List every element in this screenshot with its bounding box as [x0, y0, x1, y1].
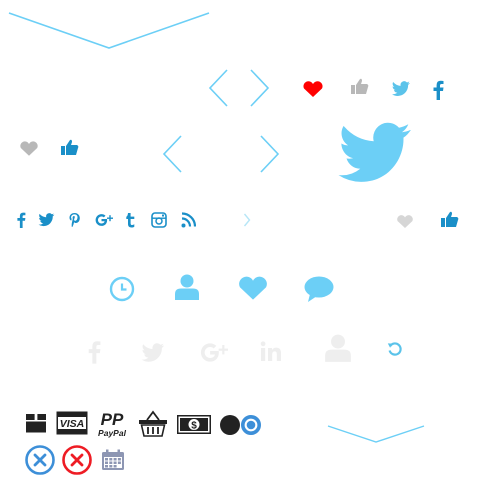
large-chevron-down-icon[interactable]	[8, 10, 210, 52]
twitter-large-icon	[336, 122, 414, 186]
clock-icon	[109, 276, 135, 302]
thumbs-up-active-icon[interactable]	[60, 139, 80, 157]
thumbs-up-icon[interactable]	[350, 78, 370, 96]
comment-icon-graphic	[304, 276, 334, 302]
refresh-icon[interactable]	[387, 341, 403, 357]
cash-icon: $	[177, 415, 211, 434]
chevron-left-icon[interactable]	[161, 134, 185, 174]
twitter-faint-icon-graphic	[141, 343, 165, 362]
heart-icon-graphic	[20, 141, 38, 156]
twitter-icon-graphic	[391, 81, 410, 96]
thumbs-up-active-icon-graphic	[61, 139, 79, 155]
visa-icon-graphic: VISA	[56, 411, 88, 435]
comment-icon	[303, 275, 335, 303]
thumbs-up-active-icon-graphic	[441, 211, 459, 227]
heart-active-icon[interactable]	[302, 80, 324, 98]
shopping-basket-icon-graphic	[139, 410, 167, 437]
package-icon-graphic	[26, 414, 46, 433]
heart-icon-graphic	[239, 276, 267, 300]
twitter-icon-graphic	[38, 213, 55, 227]
radio-checked-icon-graphic	[241, 415, 261, 435]
chevron-down-icon[interactable]	[327, 423, 425, 445]
chevron-right-small-icon-graphic	[243, 213, 251, 227]
cancel-blue-icon-graphic	[25, 445, 55, 475]
paypal-mark: PP	[101, 410, 124, 429]
clock-icon-graphic	[109, 276, 135, 302]
twitter-large-icon-graphic	[338, 122, 411, 182]
heart-icon-graphic	[397, 215, 413, 229]
google-plus-faint-icon-graphic	[200, 343, 228, 362]
user-faint-icon	[324, 333, 352, 363]
instagram-icon-graphic	[151, 212, 167, 228]
paypal-wordmark: PayPal	[98, 428, 127, 438]
heart-active-icon-graphic	[303, 81, 323, 97]
pinterest-icon-graphic	[69, 213, 80, 227]
heart-icon[interactable]	[19, 140, 39, 157]
facebook-icon[interactable]	[16, 212, 26, 228]
instagram-icon[interactable]	[151, 212, 167, 228]
radio-unchecked-icon[interactable]	[219, 414, 241, 436]
twitter-icon[interactable]	[391, 81, 411, 97]
cash-icon-graphic: $	[177, 415, 211, 434]
cancel-blue-icon[interactable]	[24, 444, 56, 476]
paypal-icon-graphic: PP PayPal	[98, 410, 127, 438]
cancel-red-icon[interactable]	[61, 444, 93, 476]
user-icon	[174, 273, 200, 301]
rss-icon[interactable]	[181, 212, 196, 228]
user-icon-graphic	[175, 274, 199, 300]
twitter-icon[interactable]	[38, 213, 55, 227]
facebook-faint-icon[interactable]	[87, 340, 101, 364]
shopping-basket-icon	[138, 409, 168, 437]
heart-icon	[237, 274, 269, 302]
cash-symbol: $	[191, 420, 197, 431]
linkedin-faint-icon[interactable]	[260, 341, 282, 362]
chevron-right-icon[interactable]	[257, 134, 281, 174]
tumblr-icon[interactable]	[125, 212, 136, 228]
chevron-right-small-icon[interactable]	[243, 213, 251, 227]
visa-card-label: VISA	[60, 418, 85, 430]
cancel-red-icon-graphic	[62, 445, 92, 475]
chevron-right-icon-graphic	[250, 69, 270, 107]
google-plus-faint-icon[interactable]	[200, 340, 228, 365]
facebook-faint-icon-graphic	[88, 341, 101, 364]
tumblr-icon-graphic	[126, 213, 135, 228]
chevron-left-icon[interactable]	[207, 68, 231, 108]
facebook-icon-graphic	[17, 212, 26, 228]
radio-checked-icon[interactable]	[240, 414, 262, 436]
facebook-icon-graphic	[433, 80, 444, 100]
radio-unchecked-icon-graphic	[220, 415, 240, 435]
user-faint-icon-graphic	[325, 334, 351, 362]
visa-icon: VISA	[56, 411, 88, 435]
google-plus-icon-graphic	[95, 214, 113, 226]
heart-icon[interactable]	[396, 214, 414, 229]
pinterest-icon[interactable]	[68, 212, 81, 228]
package-icon	[24, 412, 48, 434]
chevron-down-icon-graphic	[327, 425, 425, 443]
thumbs-up-active-icon[interactable]	[440, 211, 460, 229]
rss-icon-graphic	[181, 212, 196, 228]
chevron-left-icon-graphic	[162, 135, 182, 173]
google-plus-icon[interactable]	[95, 212, 113, 228]
calendar-icon-graphic	[102, 449, 124, 470]
chevron-right-icon-graphic	[260, 135, 280, 173]
facebook-icon[interactable]	[432, 80, 444, 100]
refresh-icon-graphic	[387, 342, 402, 356]
thumbs-up-icon-graphic	[351, 78, 369, 94]
chevron-right-icon[interactable]	[247, 68, 271, 108]
twitter-faint-icon[interactable]	[141, 343, 165, 363]
calendar-icon[interactable]	[101, 449, 125, 471]
chevron-left-icon-graphic	[208, 69, 228, 107]
linkedin-faint-icon-graphic	[260, 341, 281, 361]
large-chevron-down-icon-graphic	[8, 12, 210, 49]
paypal-icon: PP PayPal	[96, 409, 130, 439]
